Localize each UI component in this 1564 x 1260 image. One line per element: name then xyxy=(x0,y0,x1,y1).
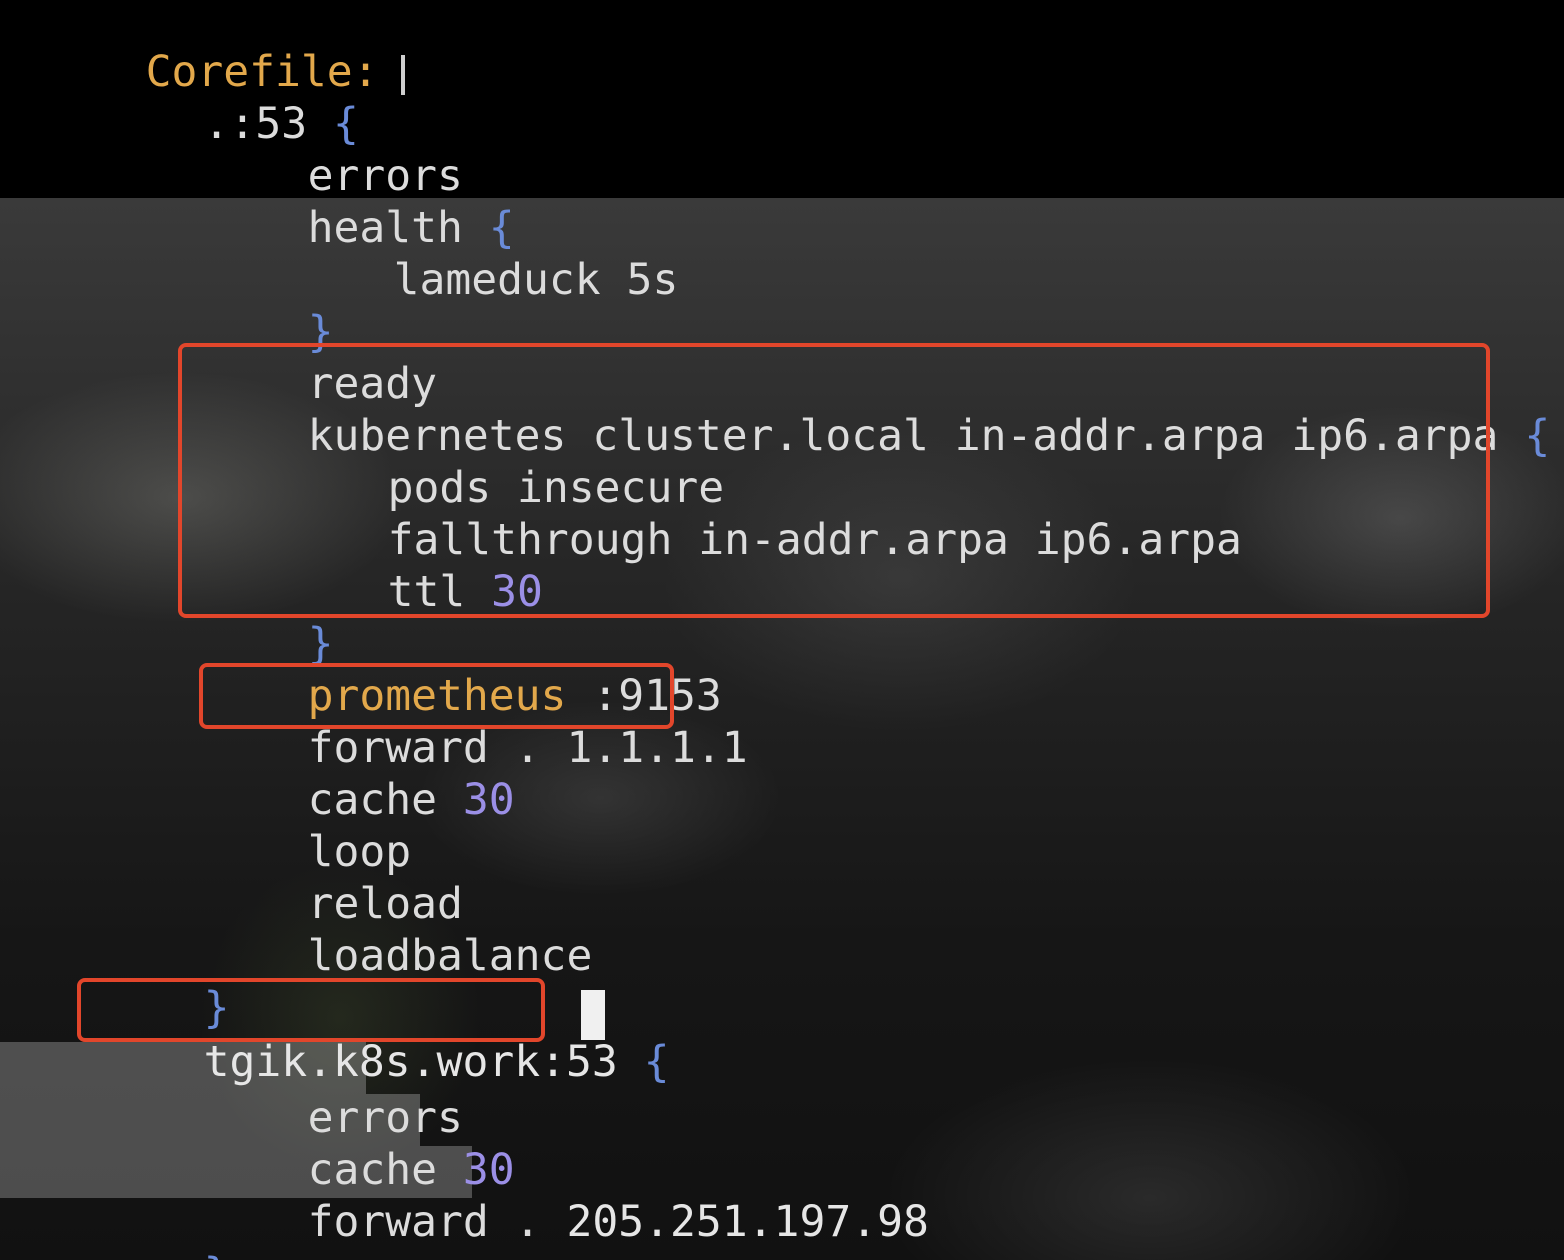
file-title: Corefile: xyxy=(42,0,405,97)
text-cursor xyxy=(400,54,405,95)
kubernetes-block-highlight xyxy=(178,343,1490,618)
forward-line-highlight xyxy=(199,663,674,729)
block-cursor xyxy=(581,990,605,1040)
code-line: health { xyxy=(307,203,515,253)
code-line: cache 30 xyxy=(307,1145,515,1195)
code-line: errors xyxy=(307,151,463,201)
code-line: .:53 { xyxy=(203,99,359,149)
code-line: } xyxy=(307,307,334,357)
code-line: loadbalance xyxy=(307,931,593,981)
code-line: } xyxy=(100,1196,230,1260)
code-line: forward . 205.251.197.98 xyxy=(307,1197,929,1247)
code-line: errors xyxy=(307,1093,463,1143)
code-line: loop xyxy=(307,827,412,877)
code-line: lameduck 5s xyxy=(393,255,679,305)
terminal-screen: Corefile: .:53 { errors health { lameduc… xyxy=(0,0,1564,1260)
tgik-zone-highlight xyxy=(77,978,545,1042)
code-line: cache 30 xyxy=(307,775,515,825)
code-line: reload xyxy=(307,879,463,929)
code-line: } xyxy=(203,983,230,1033)
